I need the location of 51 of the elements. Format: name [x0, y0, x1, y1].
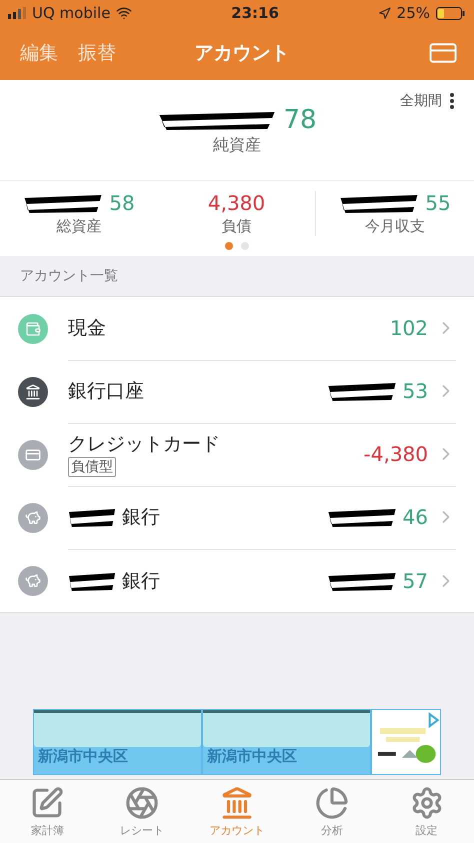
ad-tile-text: 新潟市中央区 — [206, 747, 298, 766]
screen-title: アカウント — [194, 41, 290, 66]
ad-tile-text: 新潟市中央区 — [36, 747, 129, 766]
section-header: アカウント一覧 — [20, 267, 118, 285]
stat-label: 負債 — [222, 217, 252, 236]
tab-item[interactable]: 家計簿 — [0, 780, 95, 843]
nav-button[interactable]: 編集 — [20, 40, 58, 66]
account-balance: 102 — [390, 316, 428, 340]
ad-banner[interactable]: 新潟市中央区 新潟市中央区 — [33, 709, 441, 775]
clock-time: 23:16 — [231, 4, 279, 22]
battery-percent: 25% — [396, 4, 430, 22]
page-dot[interactable] — [225, 242, 233, 250]
account-name: 銀行 — [122, 505, 160, 530]
aperture-icon — [125, 786, 160, 820]
page-dot[interactable] — [241, 242, 249, 250]
wifi-icon — [116, 5, 132, 21]
account-balance: -4,380 — [364, 442, 428, 466]
tab-item[interactable]: 分析 — [284, 780, 380, 843]
net-worth-amount: 78 — [283, 104, 317, 134]
account-row[interactable]: 銀行 57 — [0, 549, 474, 612]
pencil-icon — [30, 786, 64, 820]
account-row[interactable]: 現金 102 — [0, 297, 474, 360]
account-name: 銀行口座 — [68, 379, 144, 404]
stat-label: 総資産 — [56, 217, 102, 236]
account-row[interactable]: クレジットカード 負債型 -4,380 — [0, 423, 474, 486]
tab-item[interactable]: アカウント — [190, 780, 284, 843]
account-balance: 46 — [402, 505, 428, 529]
more-icon — [450, 93, 454, 109]
pie-chart-icon — [314, 786, 349, 820]
account-name: 銀行 — [122, 568, 160, 594]
account-name: 現金 — [68, 316, 106, 341]
battery-icon — [436, 6, 466, 20]
stat-amount: 55 — [425, 191, 451, 215]
account-name: クレジットカード — [68, 432, 220, 457]
location-icon — [378, 6, 391, 20]
signal-icon — [8, 7, 26, 19]
tab-item[interactable]: 設定 — [379, 780, 474, 843]
account-tag: 負債型 — [68, 457, 116, 477]
carrier-name: UQ mobile — [32, 4, 110, 22]
account-row[interactable]: 銀行 46 — [0, 486, 474, 549]
account-row[interactable]: 銀行口座 53 — [0, 360, 474, 423]
net-worth-label: 純資産 — [213, 134, 261, 156]
stat-amount: 58 — [109, 191, 135, 215]
account-balance: 57 — [402, 568, 428, 592]
stat-amount: 4,380 — [208, 191, 266, 215]
nav-button[interactable]: 振替 — [78, 40, 116, 66]
tab-item[interactable]: レシート — [94, 780, 190, 843]
stat-label: 今月収支 — [365, 217, 425, 236]
bank-icon — [220, 786, 254, 820]
account-balance: 53 — [402, 379, 428, 403]
period-menu[interactable]: 全期間 — [400, 92, 454, 110]
